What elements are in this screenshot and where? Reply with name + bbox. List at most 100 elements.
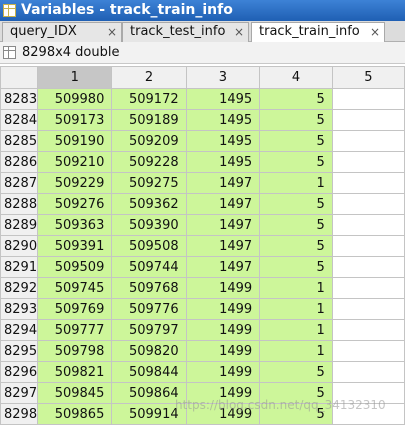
table-cell[interactable]: 509509 <box>37 256 113 278</box>
row-header[interactable]: 8293 <box>0 298 39 320</box>
table-cell[interactable]: 5 <box>259 193 333 215</box>
table-cell[interactable]: 1 <box>259 340 333 362</box>
table-cell[interactable] <box>331 172 405 194</box>
row-header[interactable]: 8294 <box>0 319 39 341</box>
row-header[interactable]: 8285 <box>0 130 39 152</box>
column-header[interactable]: 5 <box>331 66 405 89</box>
table-cell[interactable]: 5 <box>259 88 333 110</box>
table-cell[interactable]: 509798 <box>37 340 113 362</box>
table-cell[interactable] <box>331 340 405 362</box>
row-header[interactable]: 8286 <box>0 151 39 173</box>
table-cell[interactable] <box>331 382 405 404</box>
table-cell[interactable]: 1497 <box>185 214 261 236</box>
row-header[interactable]: 8298 <box>0 403 39 425</box>
table-cell[interactable]: 1499 <box>185 403 261 425</box>
table-cell[interactable]: 509209 <box>111 130 187 152</box>
table-cell[interactable]: 1499 <box>185 277 261 299</box>
column-header[interactable]: 1 <box>37 66 113 89</box>
table-cell[interactable]: 1495 <box>185 130 261 152</box>
table-cell[interactable] <box>331 214 405 236</box>
table-cell[interactable]: 5 <box>259 214 333 236</box>
column-header[interactable]: 4 <box>259 66 333 89</box>
table-cell[interactable] <box>331 235 405 257</box>
table-cell[interactable]: 509820 <box>111 340 187 362</box>
table-cell[interactable]: 509980 <box>37 88 113 110</box>
table-cell[interactable]: 509173 <box>37 109 113 131</box>
table-cell[interactable]: 509769 <box>37 298 113 320</box>
table-cell[interactable]: 509777 <box>37 319 113 341</box>
table-cell[interactable]: 1497 <box>185 172 261 194</box>
table-cell[interactable]: 1495 <box>185 88 261 110</box>
table-cell[interactable]: 5 <box>259 109 333 131</box>
close-icon[interactable]: × <box>370 23 380 41</box>
tab-query-idx[interactable]: query_IDX × <box>2 22 122 42</box>
close-icon[interactable]: × <box>107 23 117 41</box>
row-header[interactable]: 8287 <box>0 172 39 194</box>
row-header[interactable]: 8284 <box>0 109 39 131</box>
table-cell[interactable] <box>331 277 405 299</box>
table-cell[interactable]: 509776 <box>111 298 187 320</box>
table-cell[interactable]: 509797 <box>111 319 187 341</box>
table-cell[interactable]: 1499 <box>185 382 261 404</box>
table-cell[interactable]: 1497 <box>185 235 261 257</box>
table-cell[interactable]: 5 <box>259 403 333 425</box>
row-header[interactable]: 8297 <box>0 382 39 404</box>
table-cell[interactable]: 509844 <box>111 361 187 383</box>
table-cell[interactable] <box>331 298 405 320</box>
table-cell[interactable]: 1499 <box>185 319 261 341</box>
table-cell[interactable]: 1495 <box>185 109 261 131</box>
table-cell[interactable] <box>331 361 405 383</box>
table-cell[interactable]: 1495 <box>185 151 261 173</box>
table-cell[interactable] <box>331 193 405 215</box>
table-cell[interactable] <box>331 319 405 341</box>
close-icon[interactable]: × <box>234 23 244 41</box>
table-cell[interactable]: 1 <box>259 298 333 320</box>
row-header[interactable]: 8289 <box>0 214 39 236</box>
table-cell[interactable]: 1 <box>259 172 333 194</box>
table-cell[interactable] <box>331 109 405 131</box>
table-cell[interactable]: 1 <box>259 319 333 341</box>
table-cell[interactable]: 509362 <box>111 193 187 215</box>
table-cell[interactable] <box>331 256 405 278</box>
table-cell[interactable]: 509864 <box>111 382 187 404</box>
table-cell[interactable]: 509276 <box>37 193 113 215</box>
table-cell[interactable]: 5 <box>259 382 333 404</box>
tab-track-train-info[interactable]: track_train_info × <box>251 22 385 43</box>
table-cell[interactable]: 509363 <box>37 214 113 236</box>
corner-cell[interactable] <box>0 66 39 89</box>
table-cell[interactable]: 5 <box>259 151 333 173</box>
table-cell[interactable] <box>331 88 405 110</box>
row-header[interactable]: 8288 <box>0 193 39 215</box>
table-cell[interactable]: 509508 <box>111 235 187 257</box>
table-cell[interactable]: 5 <box>259 130 333 152</box>
table-cell[interactable]: 509745 <box>37 277 113 299</box>
table-cell[interactable]: 1497 <box>185 256 261 278</box>
column-header[interactable]: 2 <box>111 66 187 89</box>
table-cell[interactable] <box>331 151 405 173</box>
table-cell[interactable]: 509228 <box>111 151 187 173</box>
table-cell[interactable]: 509768 <box>111 277 187 299</box>
table-cell[interactable]: 509189 <box>111 109 187 131</box>
column-header[interactable]: 3 <box>185 66 261 89</box>
table-cell[interactable]: 1499 <box>185 361 261 383</box>
table-cell[interactable]: 509210 <box>37 151 113 173</box>
table-cell[interactable]: 509172 <box>111 88 187 110</box>
table-cell[interactable]: 509390 <box>111 214 187 236</box>
table-cell[interactable]: 509391 <box>37 235 113 257</box>
table-cell[interactable]: 1499 <box>185 298 261 320</box>
table-cell[interactable]: 509229 <box>37 172 113 194</box>
table-cell[interactable]: 5 <box>259 256 333 278</box>
table-cell[interactable]: 509275 <box>111 172 187 194</box>
variable-grid[interactable]: 12345 8283 509980 509172 1495 5 8284 509173 509… <box>0 66 405 425</box>
table-cell[interactable]: 5 <box>259 361 333 383</box>
row-header[interactable]: 8283 <box>0 88 39 110</box>
row-header[interactable]: 8295 <box>0 340 39 362</box>
table-cell[interactable] <box>331 403 405 425</box>
table-cell[interactable]: 1499 <box>185 340 261 362</box>
table-cell[interactable]: 509190 <box>37 130 113 152</box>
table-cell[interactable]: 509914 <box>111 403 187 425</box>
row-header[interactable]: 8296 <box>0 361 39 383</box>
table-cell[interactable]: 509821 <box>37 361 113 383</box>
table-cell[interactable]: 1 <box>259 277 333 299</box>
table-cell[interactable]: 5 <box>259 235 333 257</box>
